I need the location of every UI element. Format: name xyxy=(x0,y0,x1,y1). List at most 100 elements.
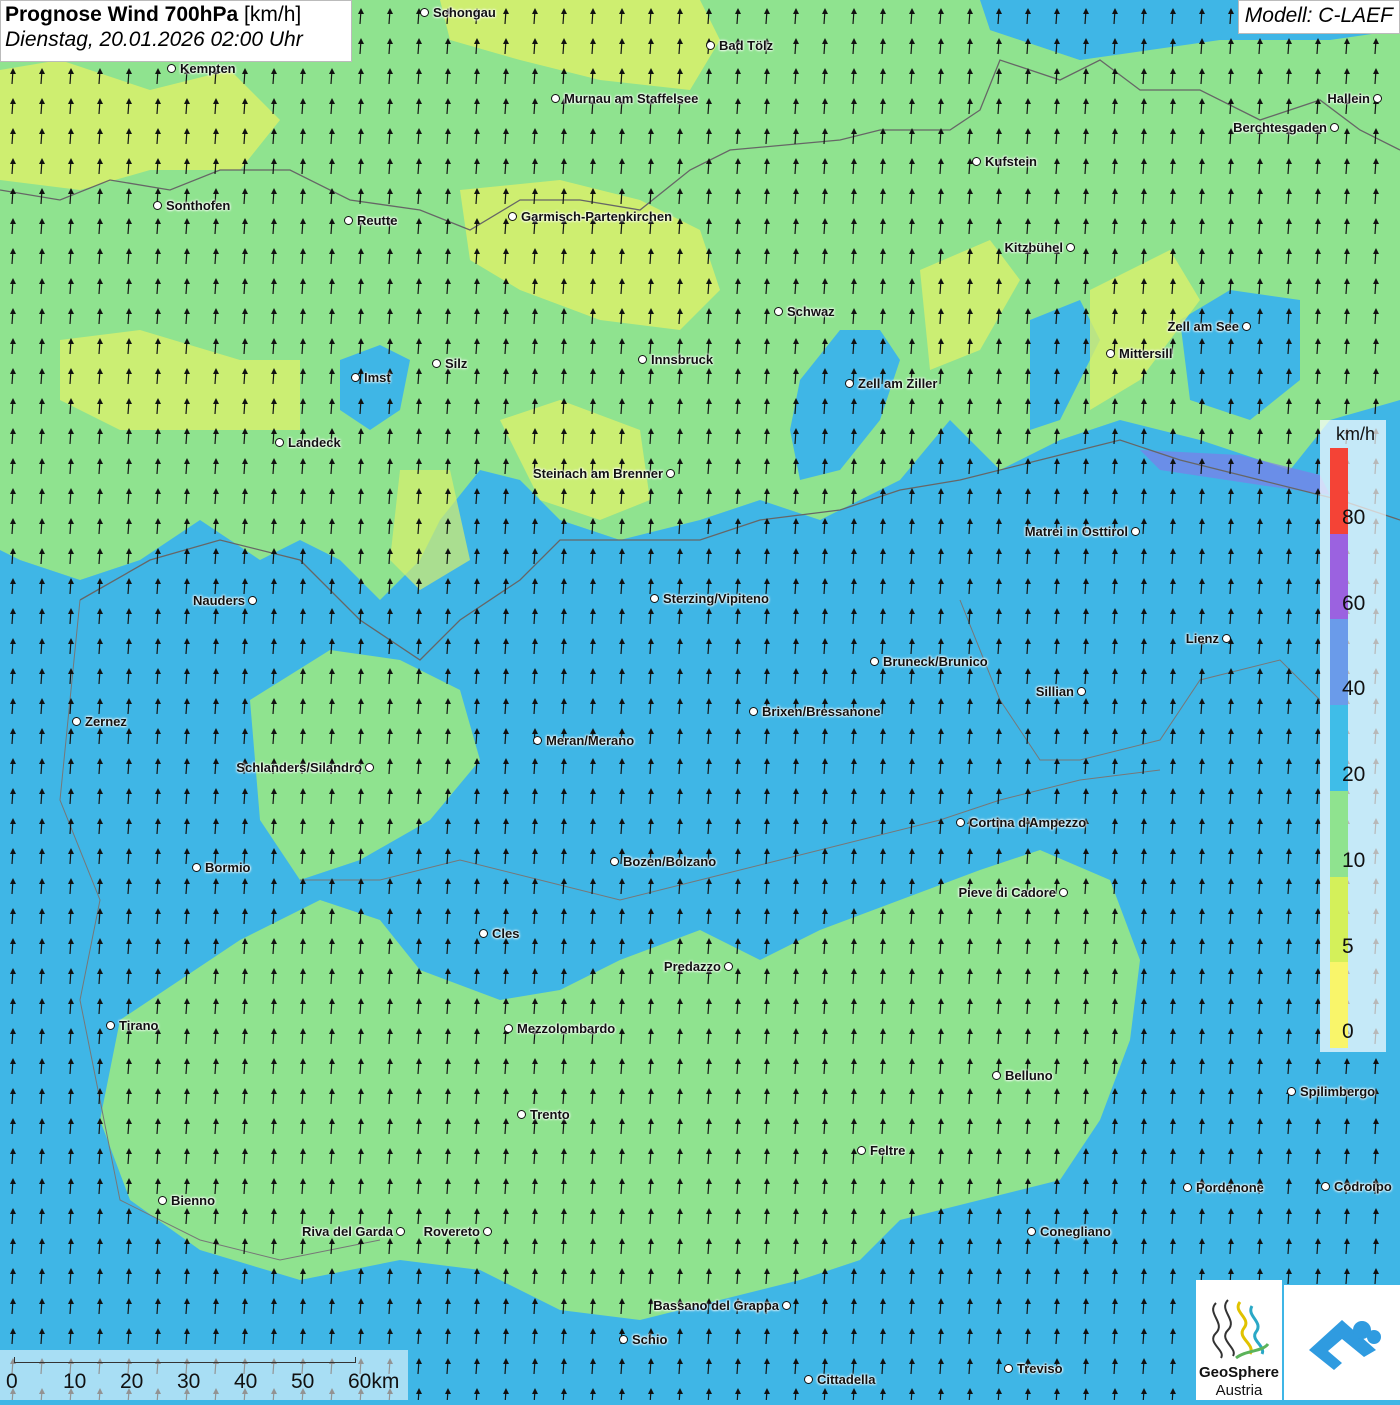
city-label-schlanders-silandro: Schlanders/Silandro xyxy=(236,760,362,775)
city-label-hallein: Hallein xyxy=(1327,91,1370,106)
city-marker-schlanders-silandro xyxy=(365,763,374,772)
city-label-tirano: Tirano xyxy=(119,1018,159,1033)
city-marker-meran-merano xyxy=(533,736,542,745)
city-marker-bozen-bolzano xyxy=(610,857,619,866)
city-label-feltre: Feltre xyxy=(870,1143,906,1158)
city-label-schio: Schio xyxy=(632,1332,668,1347)
city-label-lienz: Lienz xyxy=(1185,631,1219,646)
city-label-nauders: Nauders xyxy=(192,593,245,608)
city-label-predazzo: Predazzo xyxy=(663,959,721,974)
city-label-landeck: Landeck xyxy=(288,435,341,450)
city-label-garmisch-partenkirchen: Garmisch-Partenkirchen xyxy=(521,209,673,224)
legend-label: 0 xyxy=(1342,1020,1354,1044)
map-title-main: Prognose Wind 700hPa xyxy=(5,3,239,26)
weather-app-logo xyxy=(1284,1285,1400,1400)
city-marker-landeck xyxy=(275,438,284,447)
city-label-matrei-in-osttirol: Matrei in Osttirol xyxy=(1024,524,1128,539)
legend-label: 40 xyxy=(1342,677,1366,701)
city-marker-murnau-am-staffelsee xyxy=(551,94,560,103)
city-marker-riva-del-garda xyxy=(396,1227,405,1236)
scale-bar: 0 10 20 30 40 50 60km xyxy=(0,1350,408,1400)
city-marker-belluno xyxy=(992,1071,1001,1080)
city-label-zell-am-see: Zell am See xyxy=(1167,319,1239,334)
city-label-bozen-bolzano: Bozen/Bolzano xyxy=(623,854,717,869)
city-label-kufstein: Kufstein xyxy=(985,154,1037,169)
city-label-bassano-del-grappa: Bassano del Grappa xyxy=(653,1298,779,1313)
city-marker-berchtesgaden xyxy=(1330,123,1339,132)
city-marker-bormio xyxy=(192,863,201,872)
city-marker-feltre xyxy=(857,1146,866,1155)
legend-label: 80 xyxy=(1342,506,1366,529)
color-legend: km/h 80 60 40 20 10 5 0 xyxy=(1320,420,1386,1052)
city-marker-zell-am-see xyxy=(1242,322,1251,331)
city-marker-cles xyxy=(479,929,488,938)
city-marker-schio xyxy=(619,1335,628,1344)
city-marker-kufstein xyxy=(972,157,981,166)
city-marker-kitzb-hel xyxy=(1066,243,1075,252)
city-marker-tirano xyxy=(106,1021,115,1030)
city-marker-cortina-d-ampezzo xyxy=(956,818,965,827)
city-label-murnau-am-staffelsee: Murnau am Staffelsee xyxy=(564,91,699,106)
scale-label: 10 xyxy=(63,1370,87,1393)
model-label: Modell: C-LAEF xyxy=(1237,0,1400,34)
city-marker-schongau xyxy=(420,8,429,17)
city-label-bienno: Bienno xyxy=(171,1193,216,1208)
map-title-box: Prognose Wind 700hPa [km/h] Dienstag, 20… xyxy=(0,0,352,62)
city-label-kempten: Kempten xyxy=(180,61,236,76)
city-label-trento: Trento xyxy=(530,1107,570,1122)
city-marker-kempten xyxy=(167,64,176,73)
city-label-cittadella: Cittadella xyxy=(817,1372,876,1387)
city-label-zell-am-ziller: Zell am Ziller xyxy=(858,376,938,391)
city-marker-predazzo xyxy=(724,962,733,971)
geosphere-logo-line1: GeoSphere xyxy=(1198,1364,1280,1381)
city-marker-imst xyxy=(351,373,360,382)
city-marker-mezzolombardo xyxy=(504,1024,513,1033)
city-marker-cittadella xyxy=(804,1375,813,1384)
scale-label: 20 xyxy=(120,1370,144,1393)
city-marker-sterzing-vipiteno xyxy=(650,594,659,603)
scale-bar-line xyxy=(14,1357,356,1363)
city-label-pieve-di-cadore: Pieve di Cadore xyxy=(958,885,1056,900)
scale-label: 60km xyxy=(348,1370,400,1393)
city-label-sillian: Sillian xyxy=(1035,684,1074,699)
city-label-mittersill: Mittersill xyxy=(1119,346,1173,361)
city-marker-silz xyxy=(432,359,441,368)
city-marker-brixen-bressanone xyxy=(749,707,758,716)
city-marker-trento xyxy=(517,1110,526,1119)
geosphere-logo-icon xyxy=(1212,1299,1270,1360)
city-label-imst: Imst xyxy=(364,370,391,385)
scale-label: 50 xyxy=(291,1370,315,1393)
city-marker-pordenone xyxy=(1183,1183,1192,1192)
city-marker-sillian xyxy=(1077,687,1086,696)
legend-label: 10 xyxy=(1342,848,1366,872)
city-marker-garmisch-partenkirchen xyxy=(508,212,517,221)
city-label-zernez: Zernez xyxy=(85,714,127,729)
legend-unit: km/h xyxy=(1336,424,1376,444)
city-marker-pieve-di-cadore xyxy=(1059,888,1068,897)
map-title-unit: [km/h] xyxy=(244,3,302,26)
city-marker-nauders xyxy=(248,596,257,605)
map-title: Prognose Wind 700hPa [km/h] xyxy=(5,3,347,27)
city-marker-bassano-del-grappa xyxy=(782,1301,791,1310)
city-label-kitzb-hel: Kitzbühel xyxy=(1004,240,1064,255)
city-label-conegliano: Conegliano xyxy=(1040,1224,1111,1239)
city-label-codroipo: Codroipo xyxy=(1334,1179,1392,1194)
city-marker-bruneck-brunico xyxy=(870,657,879,666)
city-label-brixen-bressanone: Brixen/Bressanone xyxy=(762,704,881,719)
city-label-cortina-d-ampezzo: Cortina d'Ampezzo xyxy=(969,815,1087,830)
city-label-schwaz: Schwaz xyxy=(787,304,835,319)
city-label-belluno: Belluno xyxy=(1005,1068,1053,1083)
city-label-schongau: Schongau xyxy=(433,5,496,20)
city-marker-reutte xyxy=(344,216,353,225)
city-marker-zell-am-ziller xyxy=(845,379,854,388)
legend-label: 20 xyxy=(1342,763,1366,787)
city-marker-bienno xyxy=(158,1196,167,1205)
city-marker-matrei-in-osttirol xyxy=(1131,527,1140,536)
city-label-mezzolombardo: Mezzolombardo xyxy=(517,1021,616,1036)
city-marker-conegliano xyxy=(1027,1227,1036,1236)
city-marker-zernez xyxy=(72,717,81,726)
city-marker-codroipo xyxy=(1321,1182,1330,1191)
city-marker-mittersill xyxy=(1106,349,1115,358)
scale-label: 30 xyxy=(177,1370,201,1393)
city-label-bad-t-lz: Bad Tölz xyxy=(719,38,774,53)
